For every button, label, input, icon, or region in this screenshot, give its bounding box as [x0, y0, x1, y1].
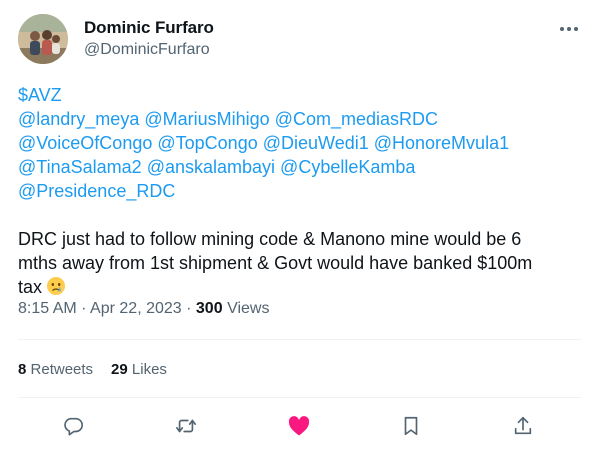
- tweet-meta: 8:15 AM · Apr 22, 2023 · 300 Views: [18, 300, 269, 318]
- author-handle[interactable]: @DominicFurfaro: [84, 41, 210, 59]
- mention-link[interactable]: @anskalambayi: [147, 157, 275, 177]
- retweets-label: Retweets: [30, 361, 94, 378]
- more-options-icon[interactable]: [558, 18, 580, 40]
- reply-icon[interactable]: [60, 413, 86, 439]
- divider: [18, 397, 581, 398]
- mention-link[interactable]: @landry_meya: [18, 109, 139, 129]
- mention-link[interactable]: @MariusMihigo: [144, 109, 269, 129]
- tweet-date[interactable]: Apr 22, 2023: [90, 300, 182, 317]
- tweet-text-line: DRC just had to follow mining code & Man…: [18, 229, 522, 249]
- likes-stat[interactable]: 29 Likes: [111, 361, 167, 378]
- meta-separator: ·: [81, 300, 87, 317]
- likes-count: 29: [111, 361, 128, 378]
- mention-link[interactable]: @HonoreMvula1: [374, 133, 509, 153]
- tweet-text-tail: tax: [18, 277, 43, 297]
- divider: [18, 339, 581, 340]
- views-label: Views: [227, 300, 270, 317]
- retweets-stat[interactable]: 8 Retweets: [18, 361, 93, 378]
- author-name[interactable]: Dominic Furfaro: [84, 18, 214, 38]
- mention-link[interactable]: @Presidence_RDC: [18, 181, 175, 201]
- tweet: Dominic Furfaro @DominicFurfaro $AVZ @la…: [0, 0, 598, 451]
- avatar[interactable]: [18, 14, 68, 64]
- crying-face-icon: [46, 276, 66, 296]
- share-icon[interactable]: [510, 413, 536, 439]
- views-count: 300: [195, 300, 223, 317]
- mention-line: @TinaSalama2 @anskalambayi @CybelleKamba: [18, 155, 583, 179]
- mention-line: @VoiceOfCongo @TopCongo @DieuWedi1 @Hono…: [18, 131, 583, 155]
- mention-line: @landry_meya @MariusMihigo @Com_mediasRD…: [18, 107, 583, 131]
- retweets-count: 8: [18, 361, 27, 378]
- tweet-time[interactable]: 8:15 AM: [18, 300, 77, 317]
- mention-link[interactable]: @VoiceOfCongo: [18, 133, 152, 153]
- mention-link[interactable]: @TinaSalama2: [18, 157, 142, 177]
- engagement-stats: 8 Retweets 29 Likes: [18, 361, 167, 378]
- mention-link[interactable]: @CybelleKamba: [280, 157, 415, 177]
- mention-link[interactable]: @DieuWedi1: [263, 133, 369, 153]
- tweet-text-line-last: tax: [18, 275, 583, 299]
- cashtag-link[interactable]: $AVZ: [18, 85, 62, 105]
- mention-line: @Presidence_RDC: [18, 179, 583, 203]
- bookmark-icon[interactable]: [398, 413, 424, 439]
- mention-link[interactable]: @TopCongo: [157, 133, 257, 153]
- mentions-block: $AVZ @landry_meya @MariusMihigo @Com_med…: [18, 83, 583, 203]
- likes-label: Likes: [131, 361, 167, 378]
- tweet-text: DRC just had to follow mining code & Man…: [18, 227, 583, 299]
- mention-link[interactable]: @Com_mediasRDC: [275, 109, 438, 129]
- meta-separator: ·: [186, 300, 192, 317]
- tweet-text-line: mths away from 1st shipment & Govt would…: [18, 253, 533, 273]
- tweet-body: $AVZ @landry_meya @MariusMihigo @Com_med…: [18, 83, 583, 299]
- retweet-icon[interactable]: [173, 413, 199, 439]
- action-bar: [0, 410, 598, 442]
- like-icon[interactable]: [286, 413, 312, 439]
